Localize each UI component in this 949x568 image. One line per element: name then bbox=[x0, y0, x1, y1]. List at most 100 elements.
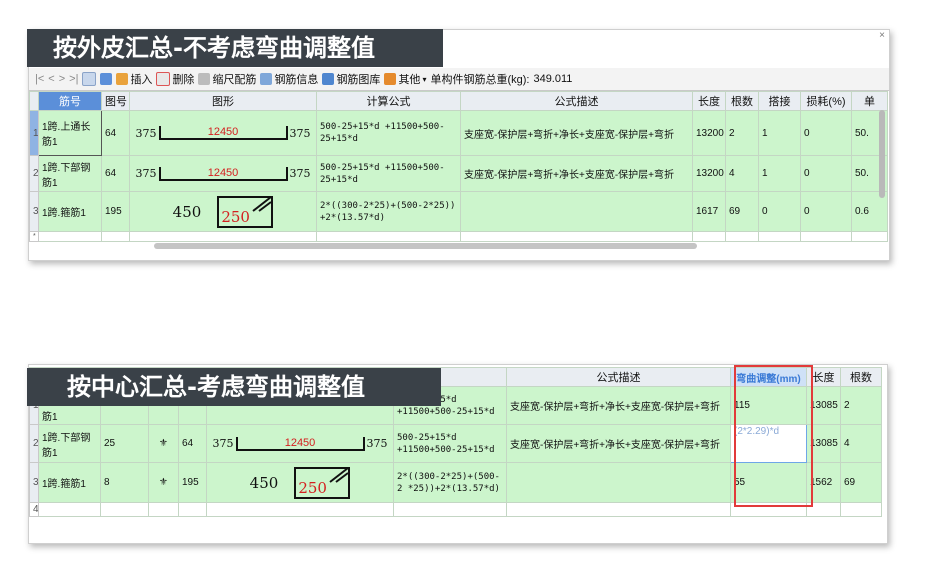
nav-next-button[interactable]: > bbox=[59, 73, 65, 85]
rebar-library-label: 钢筋图库 bbox=[336, 74, 381, 86]
rebar-library-button[interactable]: 钢筋图库 bbox=[322, 71, 380, 87]
loss-cell[interactable]: 0 bbox=[800, 155, 852, 192]
loss-cell[interactable]: 0 bbox=[800, 110, 852, 156]
shape-cell[interactable]: 375 12450 375 bbox=[129, 110, 317, 156]
move-down-icon[interactable] bbox=[100, 73, 113, 85]
length-cell[interactable]: 13200 bbox=[692, 110, 726, 156]
count-cell[interactable]: 4 bbox=[725, 155, 759, 192]
horizontal-scrollbar[interactable] bbox=[154, 243, 697, 249]
formula-desc-cell[interactable] bbox=[460, 191, 693, 232]
col-header-lap[interactable]: 搭接 bbox=[758, 91, 801, 111]
insert-icon bbox=[116, 73, 129, 85]
straight-bar-shape: 375 12450 375 bbox=[133, 126, 313, 140]
top-rebar-table: 筋号 图号 图形 计算公式 公式描述 长度 根数 搭接 损耗(%) 单 1 1跨… bbox=[29, 91, 888, 242]
count-cell[interactable]: 69 bbox=[840, 462, 882, 503]
loss-cell[interactable]: 0 bbox=[800, 191, 852, 232]
table-row[interactable]: * bbox=[29, 231, 888, 242]
col-header-formula-desc[interactable]: 公式描述 bbox=[460, 91, 693, 111]
col-header-count[interactable]: 根数 bbox=[725, 91, 759, 111]
count-cell[interactable]: 69 bbox=[725, 191, 759, 232]
table-row[interactable]: 1 1跨.上通长筋1 64 375 12450 375 500-25+15*d … bbox=[29, 110, 888, 156]
table-row[interactable]: 3 1跨.箍筋1 195 450 250 2*((300-2*25)+(500-… bbox=[29, 191, 888, 232]
scale-rebar-label: 缩尺配筋 bbox=[212, 74, 257, 86]
formula-cell[interactable]: 500-25+15*d +11500+500-25+15*d bbox=[393, 424, 507, 463]
lap-cell[interactable]: 1 bbox=[758, 155, 801, 192]
straight-bar-shape: 375 12450 375 bbox=[210, 436, 390, 451]
col-header-shape[interactable]: 图形 bbox=[129, 91, 317, 111]
row-number[interactable]: 3 bbox=[29, 191, 39, 232]
fig-no-cell[interactable]: 64 bbox=[178, 424, 207, 463]
row-number[interactable]: 3 bbox=[29, 462, 39, 503]
bar-name-cell[interactable]: 1跨.下部钢筋1 bbox=[38, 424, 101, 463]
scale-rebar-button[interactable]: 缩尺配筋 bbox=[198, 71, 256, 87]
col-header-unit-weight[interactable]: 单 bbox=[851, 91, 888, 111]
bottom-title-banner: 按中心汇总-考虑弯曲调整值 bbox=[27, 368, 441, 406]
other-menu-button[interactable]: 其他 ▾ bbox=[384, 71, 426, 87]
col-header-loss[interactable]: 损耗(%) bbox=[800, 91, 852, 111]
shape-left-length: 375 bbox=[212, 437, 234, 450]
delete-label: 删除 bbox=[172, 74, 195, 86]
row-number[interactable]: 2 bbox=[29, 424, 39, 463]
formula-desc-cell[interactable]: 支座宽-保护层+弯折+净长+支座宽-保护层+弯折 bbox=[506, 386, 731, 425]
shape-main-length: 12450 bbox=[235, 436, 365, 451]
insert-button[interactable]: 插入 bbox=[116, 71, 152, 87]
shape-cell[interactable]: 375 12450 375 bbox=[206, 424, 394, 463]
col-header-formula[interactable]: 计算公式 bbox=[316, 91, 461, 111]
shape-cell[interactable]: 375 12450 375 bbox=[129, 155, 317, 192]
bar-name-cell[interactable]: 1跨.箍筋1 bbox=[38, 462, 101, 503]
close-icon[interactable]: × bbox=[879, 30, 885, 41]
bar-name-cell[interactable]: 1跨.上通长筋1 bbox=[38, 110, 102, 156]
stirrup-hook-icon bbox=[329, 466, 349, 483]
col-header-fig-no[interactable]: 图号 bbox=[101, 91, 130, 111]
shape-cell[interactable]: 450 250 bbox=[129, 191, 317, 232]
stirrup-height: 250 bbox=[298, 478, 327, 497]
formula-cell[interactable]: 500-25+15*d +11500+500-25+15*d bbox=[316, 110, 461, 156]
nav-prev-button[interactable]: < bbox=[48, 73, 54, 85]
move-up-icon[interactable] bbox=[82, 72, 97, 86]
other-icon bbox=[384, 73, 397, 85]
lap-cell[interactable]: 0 bbox=[758, 191, 801, 232]
shape-left-length: 375 bbox=[135, 126, 157, 140]
bar-name-cell[interactable]: 1跨.箍筋1 bbox=[38, 191, 102, 232]
row-number[interactable]: * bbox=[29, 231, 39, 242]
count-cell[interactable]: 2 bbox=[725, 110, 759, 156]
stirrup-box: 250 bbox=[217, 195, 274, 228]
col-header-count[interactable]: 根数 bbox=[840, 367, 882, 387]
count-cell[interactable]: 2 bbox=[840, 386, 882, 425]
nav-first-button[interactable]: |< bbox=[35, 73, 44, 85]
stirrup-width: 450 bbox=[249, 473, 279, 492]
shape-cell[interactable]: 450 250 bbox=[206, 462, 394, 503]
fig-no-cell[interactable]: 195 bbox=[178, 462, 207, 503]
formula-cell[interactable]: 500-25+15*d +11500+500-25+15*d bbox=[316, 155, 461, 192]
grade-cell[interactable]: 8 bbox=[100, 462, 149, 503]
col-header-formula-desc[interactable]: 公式描述 bbox=[506, 367, 731, 387]
formula-cell[interactable]: 2*((300-2*25)+(500-2*25)) +2*(13.57*d) bbox=[316, 191, 461, 232]
formula-desc-cell[interactable]: 支座宽-保护层+弯折+净长+支座宽-保护层+弯折 bbox=[506, 424, 731, 463]
chevron-down-icon: ▾ bbox=[422, 74, 427, 84]
formula-desc-cell[interactable]: 支座宽-保护层+弯折+净长+支座宽-保护层+弯折 bbox=[460, 155, 693, 192]
length-cell[interactable]: 1617 bbox=[692, 191, 726, 232]
nav-last-button[interactable]: >| bbox=[69, 73, 78, 85]
row-number[interactable]: 4 bbox=[29, 502, 39, 517]
top-title-banner: 按外皮汇总-不考虑弯曲调整值 bbox=[27, 29, 443, 67]
length-cell[interactable]: 13200 bbox=[692, 155, 726, 192]
formula-desc-cell[interactable]: 支座宽-保护层+弯折+净长+支座宽-保护层+弯折 bbox=[460, 110, 693, 156]
lap-cell[interactable]: 1 bbox=[758, 110, 801, 156]
col-header-bar-no[interactable]: 筋号 bbox=[38, 91, 102, 111]
formula-desc-cell[interactable] bbox=[506, 462, 731, 503]
grade-cell[interactable]: 25 bbox=[100, 424, 149, 463]
rebar-info-button[interactable]: 钢筋信息 bbox=[260, 71, 318, 87]
row-number[interactable]: 1 bbox=[29, 110, 39, 156]
bar-name-cell[interactable]: 1跨.下部钢筋1 bbox=[38, 155, 102, 192]
formula-cell[interactable]: 2*((300-2*25)+(500-2 *25))+2*(13.57*d) bbox=[393, 462, 507, 503]
count-cell[interactable]: 4 bbox=[840, 424, 882, 463]
delete-button[interactable]: 删除 bbox=[156, 71, 194, 87]
rebar-library-icon bbox=[322, 73, 335, 85]
fig-no-cell[interactable]: 64 bbox=[101, 155, 130, 192]
vertical-scrollbar[interactable] bbox=[879, 110, 885, 198]
row-number[interactable]: 2 bbox=[29, 155, 39, 192]
table-row[interactable]: 2 1跨.下部钢筋1 64 375 12450 375 500-25+15*d … bbox=[29, 155, 888, 192]
fig-no-cell[interactable]: 64 bbox=[101, 110, 130, 156]
fig-no-cell[interactable]: 195 bbox=[101, 191, 130, 232]
col-header-length[interactable]: 长度 bbox=[692, 91, 726, 111]
